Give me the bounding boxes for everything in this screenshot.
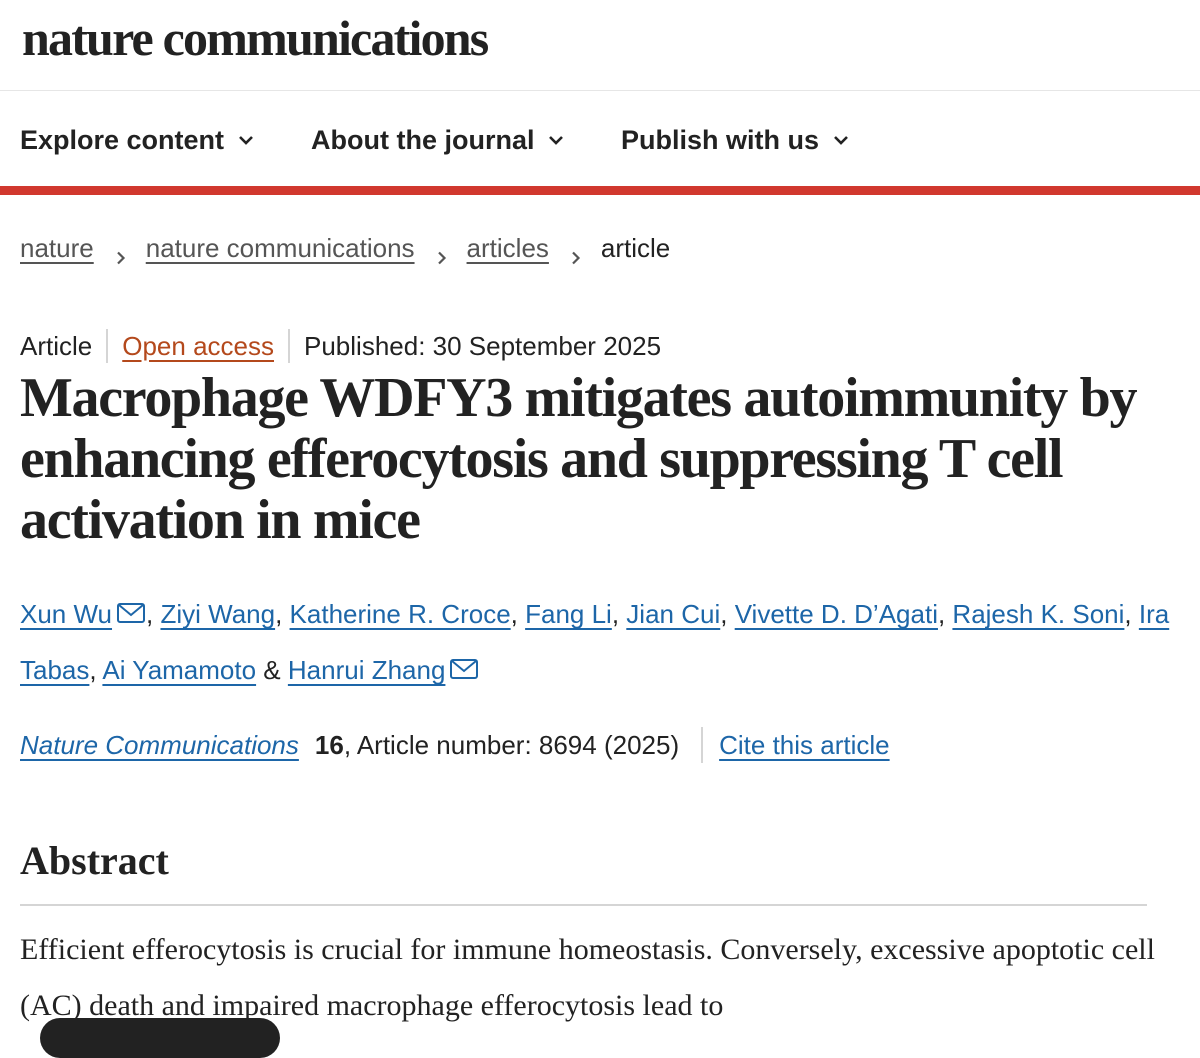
nav-label: About the journal xyxy=(311,124,535,155)
chevron-right-icon xyxy=(569,241,583,265)
author-link[interactable]: Ziyi Wang xyxy=(160,599,275,629)
author-separator: , xyxy=(510,599,526,629)
citation-divider xyxy=(701,727,704,763)
author-link[interactable]: Ai Yamamoto xyxy=(102,655,256,685)
author-list: Xun Wu, Ziyi Wang, Katherine R. Croce, F… xyxy=(20,586,1170,698)
chevron-down-icon xyxy=(546,130,566,150)
nav-about-the-journal[interactable]: About the journal xyxy=(311,122,566,158)
author-separator: , xyxy=(720,599,735,629)
accent-bar xyxy=(0,186,1200,195)
nav-publish-with-us[interactable]: Publish with us xyxy=(621,122,851,158)
article-type: Article xyxy=(20,330,93,361)
open-access-link[interactable]: Open access xyxy=(122,331,274,362)
chevron-down-icon xyxy=(236,130,256,150)
author-separator: , xyxy=(611,599,627,629)
nav-label: Explore content xyxy=(20,124,225,155)
breadcrumb-link-articles[interactable]: articles xyxy=(467,233,549,264)
breadcrumb-link-nature[interactable]: nature xyxy=(20,233,94,264)
author-link[interactable]: Xun Wu xyxy=(20,599,112,629)
author-separator: , xyxy=(275,599,290,629)
author-separator: , xyxy=(1124,599,1139,629)
author-separator: , xyxy=(146,599,161,629)
nav-explore-content[interactable]: Explore content xyxy=(20,122,256,158)
chevron-right-icon xyxy=(435,241,449,265)
author-separator: , xyxy=(89,655,103,685)
breadcrumb-link-nature-communications[interactable]: nature communications xyxy=(146,233,415,264)
site-header: nature communications xyxy=(0,0,1200,91)
journal-link[interactable]: Nature Communications xyxy=(20,730,299,761)
breadcrumb: nature nature communications articles ar… xyxy=(20,230,670,266)
breadcrumb-current: article xyxy=(600,232,671,263)
chevron-down-icon xyxy=(831,130,851,150)
floating-button[interactable] xyxy=(40,1018,280,1058)
article-number: , Article number: 8694 (2025) xyxy=(343,729,680,760)
citation-line: Nature Communications 16 , Article numbe… xyxy=(20,726,890,764)
cite-this-article-link[interactable]: Cite this article xyxy=(719,730,890,761)
envelope-icon[interactable] xyxy=(116,602,146,624)
article-meta: Article Open access Published: 30 Septem… xyxy=(20,328,661,364)
nav-label: Publish with us xyxy=(621,124,820,155)
author-link[interactable]: Rajesh K. Soni xyxy=(952,599,1124,629)
author-link[interactable]: Fang Li xyxy=(525,599,612,629)
author-separator: , xyxy=(937,599,953,629)
meta-divider xyxy=(106,329,109,363)
author-link[interactable]: Vivette D. D’Agati xyxy=(735,599,938,629)
article-title: Macrophage WDFY3 mitigates autoimmunity … xyxy=(20,367,1137,551)
abstract-divider xyxy=(20,904,1147,906)
volume-number: 16 xyxy=(314,729,344,760)
author-link[interactable]: Katherine R. Croce xyxy=(290,599,511,629)
envelope-icon[interactable] xyxy=(449,658,479,680)
author-link[interactable]: Hanrui Zhang xyxy=(288,655,446,685)
chevron-right-icon xyxy=(114,241,128,265)
author-link[interactable]: Jian Cui xyxy=(626,599,720,629)
author-final-separator: & xyxy=(256,655,288,685)
published-date: Published: 30 September 2025 xyxy=(304,330,662,361)
site-logo[interactable]: nature communications xyxy=(22,10,489,66)
abstract-heading: Abstract xyxy=(20,838,169,883)
meta-divider xyxy=(288,329,290,363)
